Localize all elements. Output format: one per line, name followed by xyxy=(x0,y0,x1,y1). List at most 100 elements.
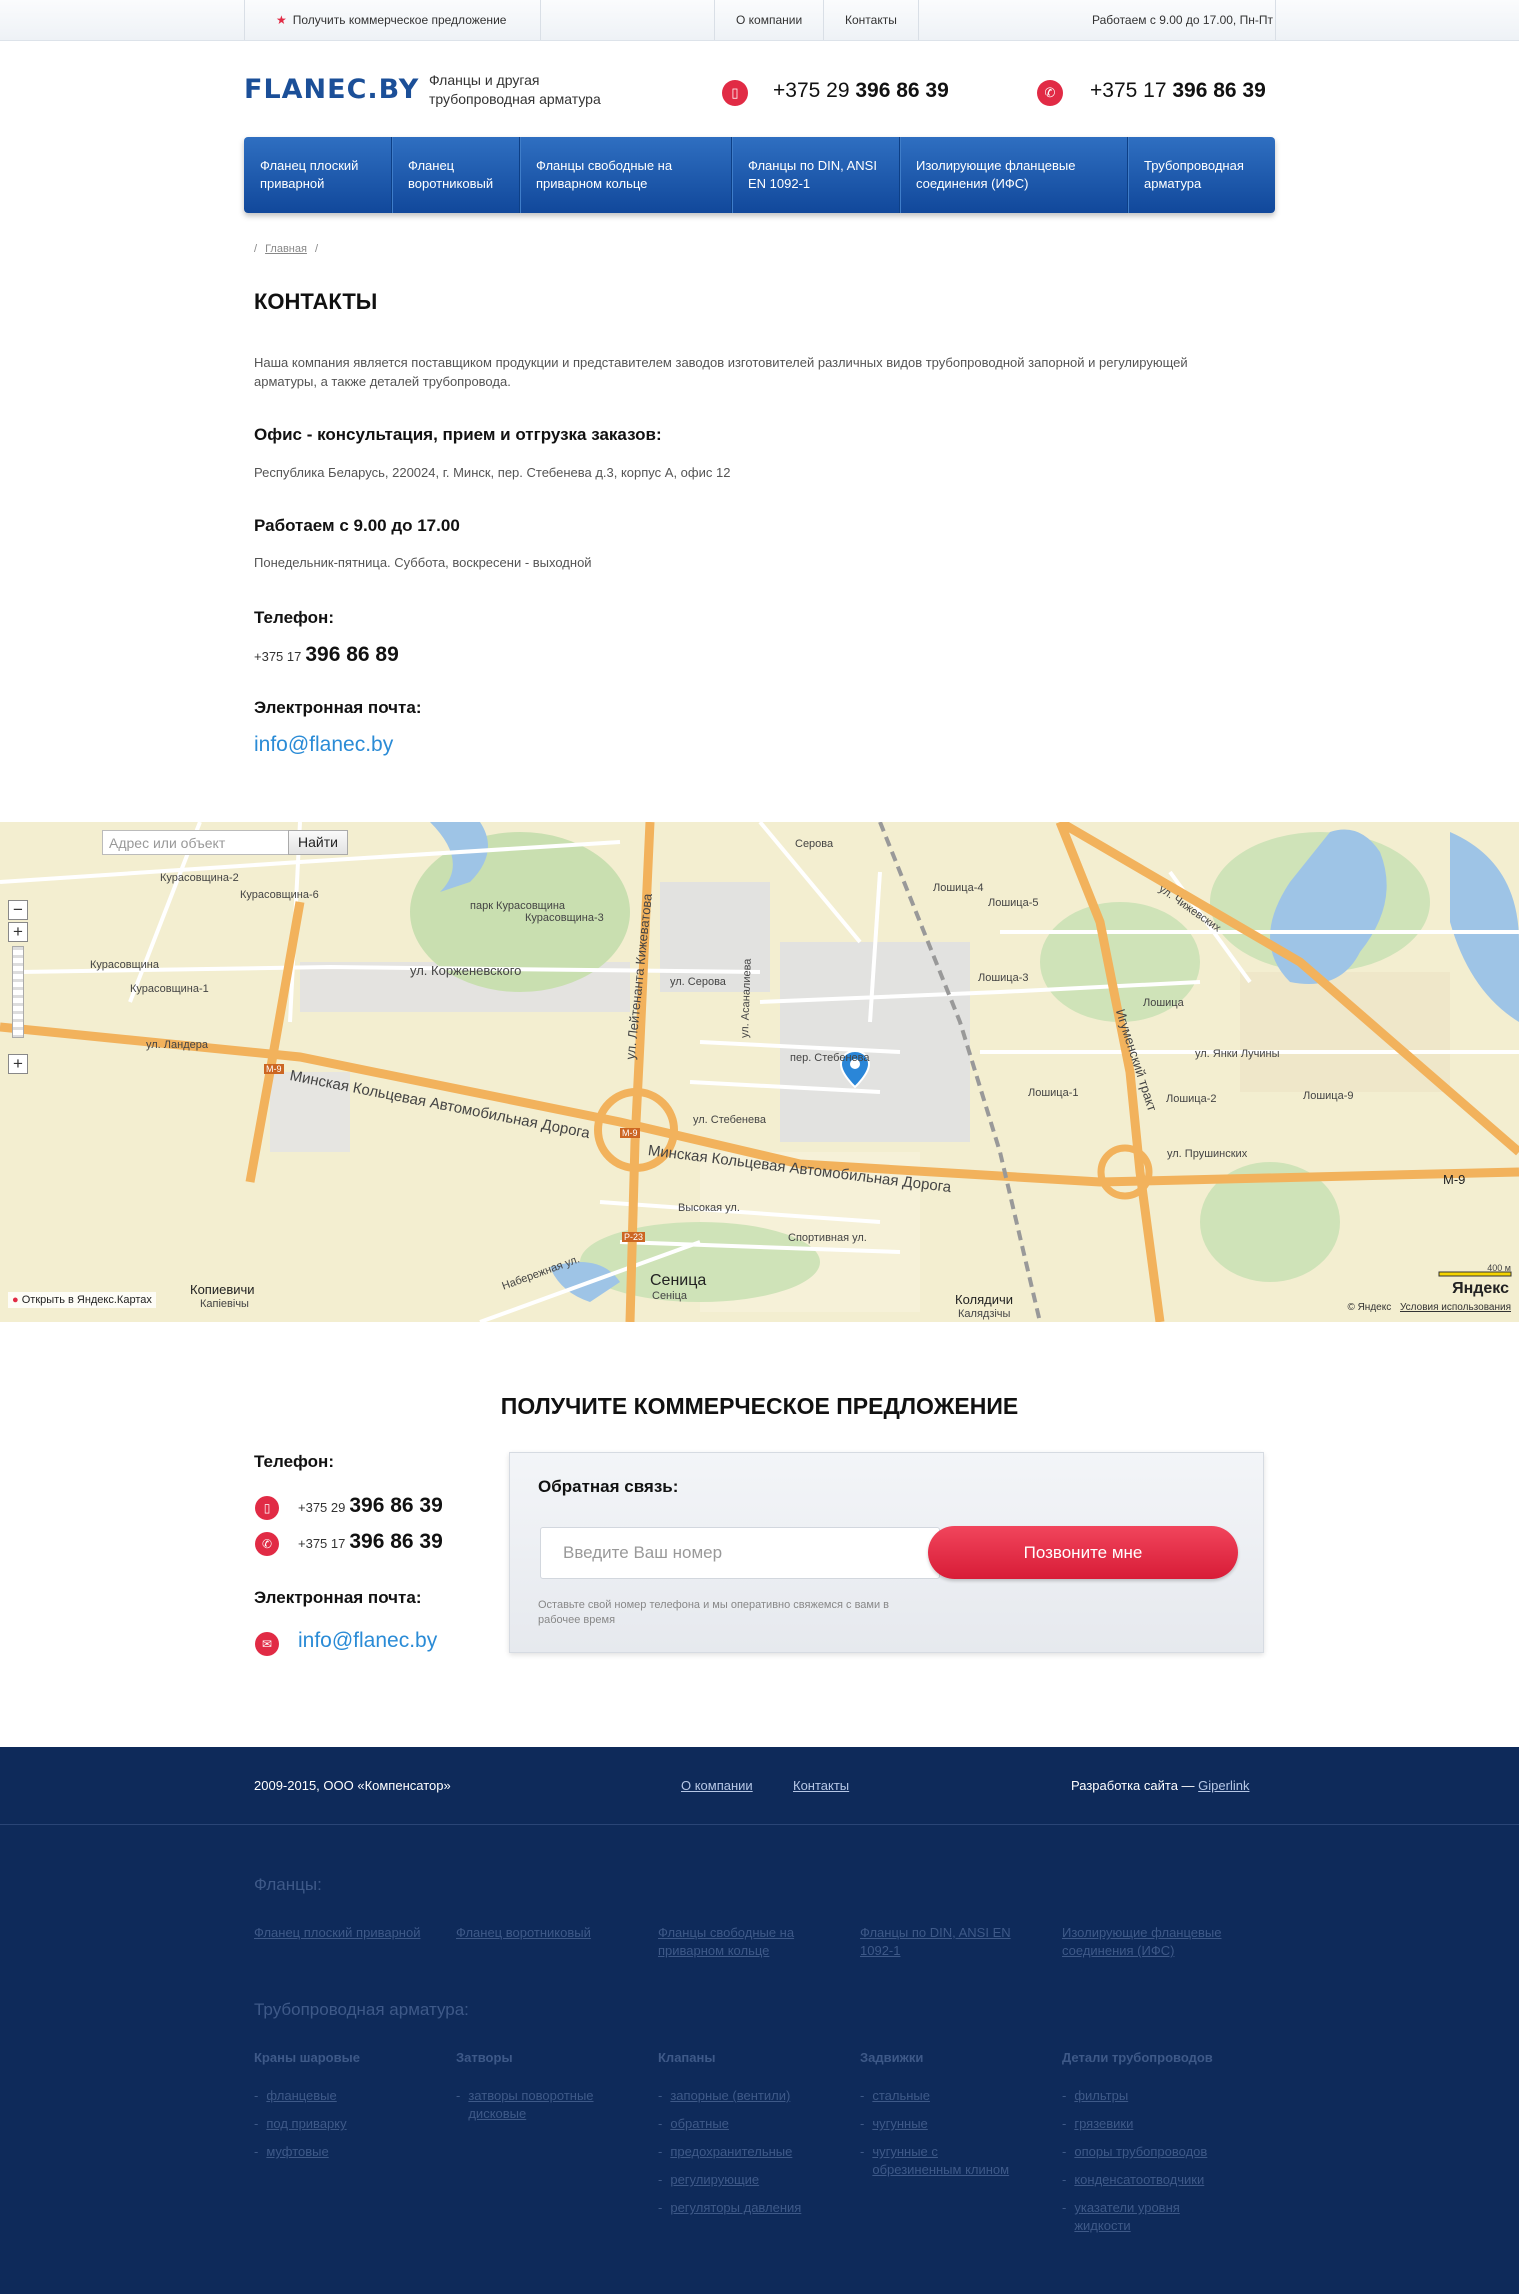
nav-item-neck-flange[interactable]: Фланец воротниковый xyxy=(392,137,520,213)
map-terms-link[interactable]: Условия использования xyxy=(1400,1302,1511,1313)
footer-col-link[interactable]: - чугунные xyxy=(860,2115,928,2133)
nav-item-din-flanges[interactable]: Фланцы по DIN, ANSI EN 1092-1 xyxy=(732,137,900,213)
footer-col-link[interactable]: - опоры трубопроводов xyxy=(1062,2143,1207,2161)
footer-col-link[interactable]: - муфтовые xyxy=(254,2143,329,2161)
footer-col-link-text: конденсатоотводчики xyxy=(1074,2172,1205,2187)
footer-col-link-text: запорные (вентили) xyxy=(670,2088,791,2103)
map-label: ул. Ландера xyxy=(146,1039,208,1051)
header-phone-2[interactable]: +375 17 396 86 39 xyxy=(1090,79,1266,103)
footer-col-link[interactable]: - фланцевые xyxy=(254,2087,337,2105)
logo[interactable]: FLANEC.BY xyxy=(244,74,419,105)
map-label: парк Курасовщина xyxy=(470,900,566,912)
offer-email[interactable]: info@flanec.by xyxy=(298,1629,437,1653)
map-label: ул. Стебенева xyxy=(693,1114,766,1126)
map-label: Курасовщина-2 xyxy=(160,872,239,884)
tagline: Фланцы и другая трубопроводная арматура xyxy=(429,71,601,109)
hours-heading: Работаем с 9.00 до 17.00 xyxy=(254,516,460,535)
header-phone-1[interactable]: +375 29 396 86 39 xyxy=(773,79,949,103)
callback-heading: Обратная связь: xyxy=(538,1477,679,1496)
footer-col-link[interactable]: - конденсатоотводчики xyxy=(1062,2171,1204,2189)
star-icon: ★ xyxy=(276,13,287,27)
footer-col-link[interactable]: - регулирующие xyxy=(658,2171,759,2189)
map-label: Лошица-2 xyxy=(1166,1093,1217,1105)
callback-note: Оставьте свой номер телефона и мы операт… xyxy=(538,1599,890,1626)
footer-about-link[interactable]: О компании xyxy=(681,1778,753,1793)
offer-link[interactable]: ★ Получить коммерческое предложение xyxy=(276,0,506,40)
footer-col-link[interactable]: - предохранительные xyxy=(658,2143,792,2161)
map-label: Калядзічы xyxy=(958,1308,1011,1320)
map-search-button[interactable]: Найти xyxy=(288,830,348,855)
footer-col-link-text: предохранительные xyxy=(670,2144,793,2159)
intro-text: Наша компания является поставщиком проду… xyxy=(254,355,1188,389)
footer-col-link[interactable]: - запорные (вентили) xyxy=(658,2087,790,2105)
map-label: ул. Корженевского xyxy=(410,963,522,978)
contact-phone[interactable]: +375 17 396 86 89 xyxy=(254,643,399,667)
tagline-line2: трубопроводная арматура xyxy=(429,91,601,107)
open-yandex-maps-link[interactable]: ● Открыть в Яндекс.Картах xyxy=(8,1292,156,1308)
yandex-map[interactable]: Курасовщина-2 Курасовщина-6 Курасовщина-… xyxy=(0,822,1519,1322)
footer-col-link-text: под приварку xyxy=(266,2116,347,2131)
open-yandex-maps-label: Открыть в Яндекс.Картах xyxy=(21,1294,152,1306)
footer-col-link[interactable]: - стальные xyxy=(860,2087,930,2105)
map-label: Серова xyxy=(795,838,834,850)
phone-number: 396 86 39 xyxy=(855,79,949,102)
map-scale-label: 400 м xyxy=(1487,1263,1511,1273)
footer-col-link-text: фланцевые xyxy=(266,2088,337,2103)
divider xyxy=(1275,0,1276,40)
map-road-sign: P-23 xyxy=(622,1232,646,1242)
breadcrumb: / Главная / xyxy=(254,243,318,255)
nav-item-loose-flanges[interactable]: Фланцы свободные на приварном кольце xyxy=(520,137,732,213)
footer-flange-link[interactable]: Фланец воротниковый xyxy=(456,1924,606,1942)
mobile-phone-icon: ▯ xyxy=(722,80,748,106)
footer-col-link[interactable]: - под приварку xyxy=(254,2115,347,2133)
footer-col-link[interactable]: - чугунные с обрезиненным клином xyxy=(860,2143,1020,2179)
zoom-in-button[interactable]: + xyxy=(8,1054,28,1074)
footer-col-link[interactable]: - фильтры xyxy=(1062,2087,1128,2105)
footer: 2009-2015, ООО «Компенсатор» О компании … xyxy=(0,1747,1519,2294)
nav-item-flat-flange[interactable]: Фланец плоский приварной xyxy=(244,137,392,213)
breadcrumb-sep: / xyxy=(254,243,258,255)
contacts-link[interactable]: Контакты xyxy=(845,0,897,40)
footer-flange-link[interactable]: Фланец плоский приварной xyxy=(254,1924,444,1942)
footer-dev-credit: Разработка сайта — Giperlink xyxy=(1071,1778,1249,1793)
about-link[interactable]: О компании xyxy=(736,0,802,40)
call-me-button[interactable]: Позвоните мне xyxy=(928,1526,1238,1579)
tagline-line1: Фланцы и другая xyxy=(429,72,540,88)
zoom-slider[interactable] xyxy=(12,946,24,1038)
footer-dev-link[interactable]: Giperlink xyxy=(1198,1778,1249,1793)
footer-col-link[interactable]: - регуляторы давления xyxy=(658,2199,801,2217)
footer-flange-link[interactable]: Фланцы свободные на приварном кольце xyxy=(658,1924,828,1960)
footer-col-title: Краны шаровые xyxy=(254,2050,360,2065)
page-title: КОНТАКТЫ xyxy=(254,289,378,314)
footer-flange-link[interactable]: Фланцы по DIN, ANSI EN 1092-1 xyxy=(860,1924,1030,1960)
map-park xyxy=(580,1222,820,1302)
phone-handset-icon: ✆ xyxy=(255,1532,279,1556)
contact-email[interactable]: info@flanec.by xyxy=(254,733,393,757)
offer-link-label: Получить коммерческое предложение xyxy=(292,13,507,27)
footer-col-link[interactable]: - обратные xyxy=(658,2115,729,2133)
phone-number: 396 86 89 xyxy=(305,643,399,666)
offer-phone-1[interactable]: +375 29 396 86 39 xyxy=(298,1494,443,1518)
map-copyright-text: © Яндекс xyxy=(1347,1302,1392,1313)
nav-item-insulating-joints[interactable]: Изолирующие фланцевые соединения (ИФС) xyxy=(900,137,1128,213)
map-search-input[interactable]: Адрес или объект xyxy=(102,830,290,855)
phone-prefix: +375 17 xyxy=(1090,79,1167,102)
phone-number-input[interactable]: Введите Ваш номер xyxy=(540,1527,940,1579)
footer-col-title: Детали трубопроводов xyxy=(1062,2050,1213,2065)
zoom-in-button[interactable]: + xyxy=(8,922,28,942)
offer-phone-2[interactable]: +375 17 396 86 39 xyxy=(298,1530,443,1554)
footer-col-link[interactable]: - грязевики xyxy=(1062,2115,1133,2133)
footer-col-link[interactable]: - затворы поворотные дисковые xyxy=(456,2087,606,2123)
yandex-logo[interactable]: Яндекс xyxy=(1452,1280,1509,1298)
footer-col-link[interactable]: - указатели уровня жидкости xyxy=(1062,2199,1212,2235)
footer-contacts-link[interactable]: Контакты xyxy=(793,1778,849,1793)
map-label: Спортивная ул. xyxy=(788,1232,867,1244)
divider xyxy=(823,0,824,40)
zoom-out-button[interactable]: − xyxy=(8,900,28,920)
footer-flange-link[interactable]: Изолирующие фланцевые соединения (ИФС) xyxy=(1062,1924,1252,1960)
map-pin-icon: ● xyxy=(12,1294,19,1306)
nav-item-pipeline-valves[interactable]: Трубопроводная арматура xyxy=(1128,137,1275,213)
footer-col-link-text: регуляторы давления xyxy=(670,2200,802,2215)
breadcrumb-home[interactable]: Главная xyxy=(265,243,307,255)
phone-prefix: +375 17 xyxy=(254,649,302,664)
